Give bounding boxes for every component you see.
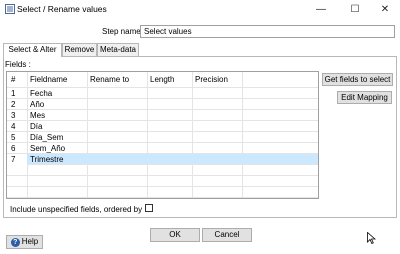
fieldname-cell[interactable]: Trimestre <box>27 154 87 165</box>
step-name-input[interactable]: Select values <box>140 25 395 38</box>
table-row[interactable]: 3 Mes <box>7 110 318 121</box>
help-button[interactable]: ? Help <box>6 235 43 249</box>
fieldname-cell[interactable]: Año <box>27 99 87 110</box>
tab-meta-data[interactable]: Meta-data <box>97 43 139 56</box>
column-header-rename-to[interactable]: Rename to <box>87 72 147 88</box>
fieldname-cell[interactable]: Día_Sem <box>27 132 87 143</box>
table-row-empty[interactable] <box>7 165 318 176</box>
column-header-fieldname[interactable]: Fieldname <box>27 72 87 88</box>
maximize-button[interactable]: ☐ <box>340 0 370 18</box>
cancel-button[interactable]: Cancel <box>202 228 252 242</box>
table-row-empty[interactable] <box>7 176 318 187</box>
mouse-cursor-icon <box>367 232 376 244</box>
table-row[interactable]: 2 Año <box>7 99 318 110</box>
table-row-selected[interactable]: 7 Trimestre <box>7 154 318 165</box>
row-number: 7 <box>7 154 27 165</box>
fields-table[interactable]: # Fieldname Rename to Length Precision 1… <box>6 71 319 199</box>
table-row-empty[interactable] <box>7 187 318 198</box>
close-button[interactable]: ✕ <box>370 0 400 18</box>
fields-label: Fields : <box>5 60 31 69</box>
fieldname-cell[interactable]: Mes <box>27 110 87 121</box>
fieldname-cell[interactable]: Sem_Año <box>27 143 87 154</box>
table-row[interactable]: 1 Fecha <box>7 88 318 99</box>
row-number: 5 <box>11 133 16 142</box>
app-icon <box>5 4 15 14</box>
column-header-length[interactable]: Length <box>147 72 192 88</box>
window-title: Select / Rename values <box>17 4 107 14</box>
table-header-row: # Fieldname Rename to Length Precision <box>7 72 318 88</box>
edit-mapping-button[interactable]: Edit Mapping <box>337 91 392 104</box>
ok-button[interactable]: OK <box>150 228 200 242</box>
fieldname-cell[interactable]: Fecha <box>27 88 87 99</box>
column-header-precision[interactable]: Precision <box>192 72 242 88</box>
table-row[interactable]: 4 Día <box>7 121 318 132</box>
row-number: 2 <box>11 100 16 109</box>
tab-remove[interactable]: Remove <box>62 43 97 56</box>
row-number: 3 <box>11 111 16 120</box>
row-number: 6 <box>11 144 16 153</box>
step-name-label: Step name <box>102 27 141 36</box>
row-number: 4 <box>11 122 16 131</box>
help-label: Help <box>21 237 39 246</box>
tab-select-alter[interactable]: Select & Alter <box>3 43 62 57</box>
help-icon: ? <box>10 237 20 247</box>
table-row[interactable]: 6 Sem_Año <box>7 143 318 154</box>
table-row[interactable]: 5 Día_Sem <box>7 132 318 143</box>
column-header-number[interactable]: # <box>7 72 27 88</box>
fieldname-cell[interactable]: Día <box>27 121 87 132</box>
title-bar: Select / Rename values — ☐ ✕ <box>0 0 400 18</box>
include-unspecified-label: Include unspecified fields, ordered by <box>10 205 143 214</box>
include-unspecified-checkbox[interactable] <box>145 204 153 212</box>
minimize-button[interactable]: — <box>306 0 336 18</box>
get-fields-button[interactable]: Get fields to select <box>322 73 393 86</box>
row-number: 1 <box>11 89 16 98</box>
